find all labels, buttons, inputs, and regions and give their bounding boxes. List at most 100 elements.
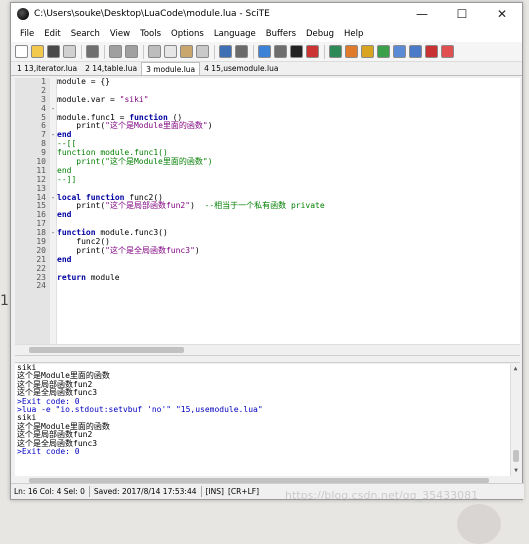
close-button[interactable]: ✕ (482, 3, 522, 25)
find-icon[interactable] (219, 45, 232, 58)
undo-icon[interactable] (109, 45, 122, 58)
bookmark-icon[interactable] (377, 45, 390, 58)
menu-tools[interactable]: Tools (135, 29, 166, 39)
fold-marker[interactable] (50, 247, 56, 256)
exit-icon[interactable] (441, 45, 454, 58)
delete-icon[interactable] (196, 45, 209, 58)
code-token: ) (194, 245, 200, 255)
save-icon[interactable] (47, 45, 60, 58)
menu-help[interactable]: Help (339, 29, 368, 39)
fold-marker[interactable] (50, 274, 56, 283)
fold-marker[interactable] (50, 158, 56, 167)
code-token: print( (57, 121, 106, 131)
fold-marker[interactable] (50, 282, 56, 291)
fold-marker[interactable]: - (50, 193, 56, 203)
fold-marker[interactable] (50, 87, 56, 96)
open-folder-icon[interactable] (31, 45, 44, 58)
code-editor[interactable]: 1 2 3 4 5 6 7 8 9 10 11 12 13 14 15 16 17 18 19 20 21 22 23 24 … (15, 77, 520, 344)
code-line[interactable]: return module (57, 272, 520, 283)
code-area[interactable]: module = {} module.var = "siki" module.fun… (57, 77, 520, 344)
tab-4[interactable]: 4 15,usemodule.lua (200, 62, 282, 75)
tools-icon[interactable] (329, 45, 342, 58)
code-line[interactable]: print("这个是Module里面的函数") (57, 157, 520, 167)
fold-marker[interactable] (50, 265, 56, 274)
code-line[interactable] (57, 265, 520, 274)
fold-marker[interactable] (50, 202, 56, 211)
new-file-icon[interactable] (15, 45, 28, 58)
close-file-icon[interactable] (63, 45, 76, 58)
scroll-up-icon[interactable]: ▲ (511, 364, 520, 374)
scite-app-icon (17, 8, 29, 20)
code-line[interactable]: --]] (57, 175, 520, 185)
flag-icon[interactable] (345, 45, 358, 58)
menu-edit[interactable]: Edit (39, 29, 65, 39)
code-line[interactable]: end (57, 130, 520, 140)
editor-horizontal-scrollbar[interactable] (15, 344, 520, 354)
output-scroll-thumb[interactable] (513, 450, 519, 462)
stop-icon[interactable] (306, 45, 319, 58)
code-line[interactable]: module = {} (57, 77, 520, 87)
paste-icon[interactable] (180, 45, 193, 58)
fold-marker[interactable] (50, 211, 56, 220)
code-line[interactable]: end (57, 166, 520, 176)
fold-marker[interactable] (50, 238, 56, 247)
code-token: return (57, 272, 86, 282)
fold-marker[interactable] (50, 149, 56, 158)
code-line[interactable]: end (57, 210, 520, 220)
fold-marker[interactable] (50, 78, 56, 87)
window-icon[interactable] (393, 45, 406, 58)
fold-marker[interactable]: - (50, 228, 56, 238)
build-icon[interactable] (274, 45, 287, 58)
code-line[interactable]: print("这个是Module里面的函数") (57, 122, 520, 131)
panel-icon[interactable] (409, 45, 422, 58)
menu-language[interactable]: Language (209, 29, 261, 39)
fold-margin[interactable]: - - - - (50, 78, 57, 344)
code-line[interactable]: print("这个是全局函数func3") (57, 245, 520, 256)
fold-marker[interactable] (50, 140, 56, 149)
tab-3[interactable]: 3 module.lua (141, 62, 201, 75)
scroll-down-icon[interactable]: ▼ (511, 466, 521, 476)
code-token: module.var = (57, 94, 120, 104)
menu-file[interactable]: File (15, 29, 39, 39)
code-token: print( (57, 201, 106, 211)
config-icon[interactable] (425, 45, 438, 58)
menu-debug[interactable]: Debug (301, 29, 339, 39)
redo-icon[interactable] (125, 45, 138, 58)
output-pane[interactable]: siki 这个是Module里面的函数 这个是局部函数fun2 这个是全局函数func… (15, 363, 520, 476)
code-line[interactable] (57, 282, 520, 291)
print-icon[interactable] (86, 45, 99, 58)
replace-icon[interactable] (235, 45, 248, 58)
copy-icon[interactable] (164, 45, 177, 58)
fold-marker[interactable]: - (50, 104, 56, 114)
code-token: --[[ (57, 139, 77, 149)
code-line[interactable]: function module.func3() (57, 228, 520, 238)
editor-scroll-thumb[interactable] (29, 347, 184, 353)
tab-1[interactable]: 1 13,iterator.lua (13, 62, 81, 75)
maximize-button[interactable]: ☐ (442, 3, 482, 25)
minimize-button[interactable]: — (402, 3, 442, 25)
tab-2[interactable]: 2 14,table.lua (81, 62, 141, 75)
fold-marker[interactable] (50, 176, 56, 185)
code-token: print("这个是Module里面的函数") (57, 157, 213, 167)
fold-marker[interactable] (50, 256, 56, 265)
menu-options[interactable]: Options (166, 29, 209, 39)
arrow-icon[interactable] (361, 45, 374, 58)
fold-marker[interactable] (50, 167, 56, 176)
menu-search[interactable]: Search (66, 29, 105, 39)
code-line[interactable]: module.var = "siki" (57, 94, 520, 105)
menu-bar: File Edit Search View Tools Options Language Bu… (11, 25, 522, 42)
output-vertical-scrollbar[interactable]: ▲ ▼ (510, 364, 520, 476)
toolbar-separator (81, 44, 82, 59)
fold-marker[interactable] (50, 114, 56, 123)
cut-icon[interactable] (148, 45, 161, 58)
menu-buffers[interactable]: Buffers (261, 29, 301, 39)
code-token: module = {} (57, 77, 110, 86)
go-icon[interactable] (290, 45, 303, 58)
code-token: end (57, 130, 72, 140)
code-line[interactable]: end (57, 255, 520, 265)
pane-splitter[interactable] (15, 355, 520, 363)
code-line[interactable]: print("这个是局部函数fun2") --相当于一个私有函数 private (57, 202, 520, 211)
fold-marker[interactable]: - (50, 130, 56, 140)
compile-icon[interactable] (258, 45, 271, 58)
menu-view[interactable]: View (105, 29, 135, 39)
